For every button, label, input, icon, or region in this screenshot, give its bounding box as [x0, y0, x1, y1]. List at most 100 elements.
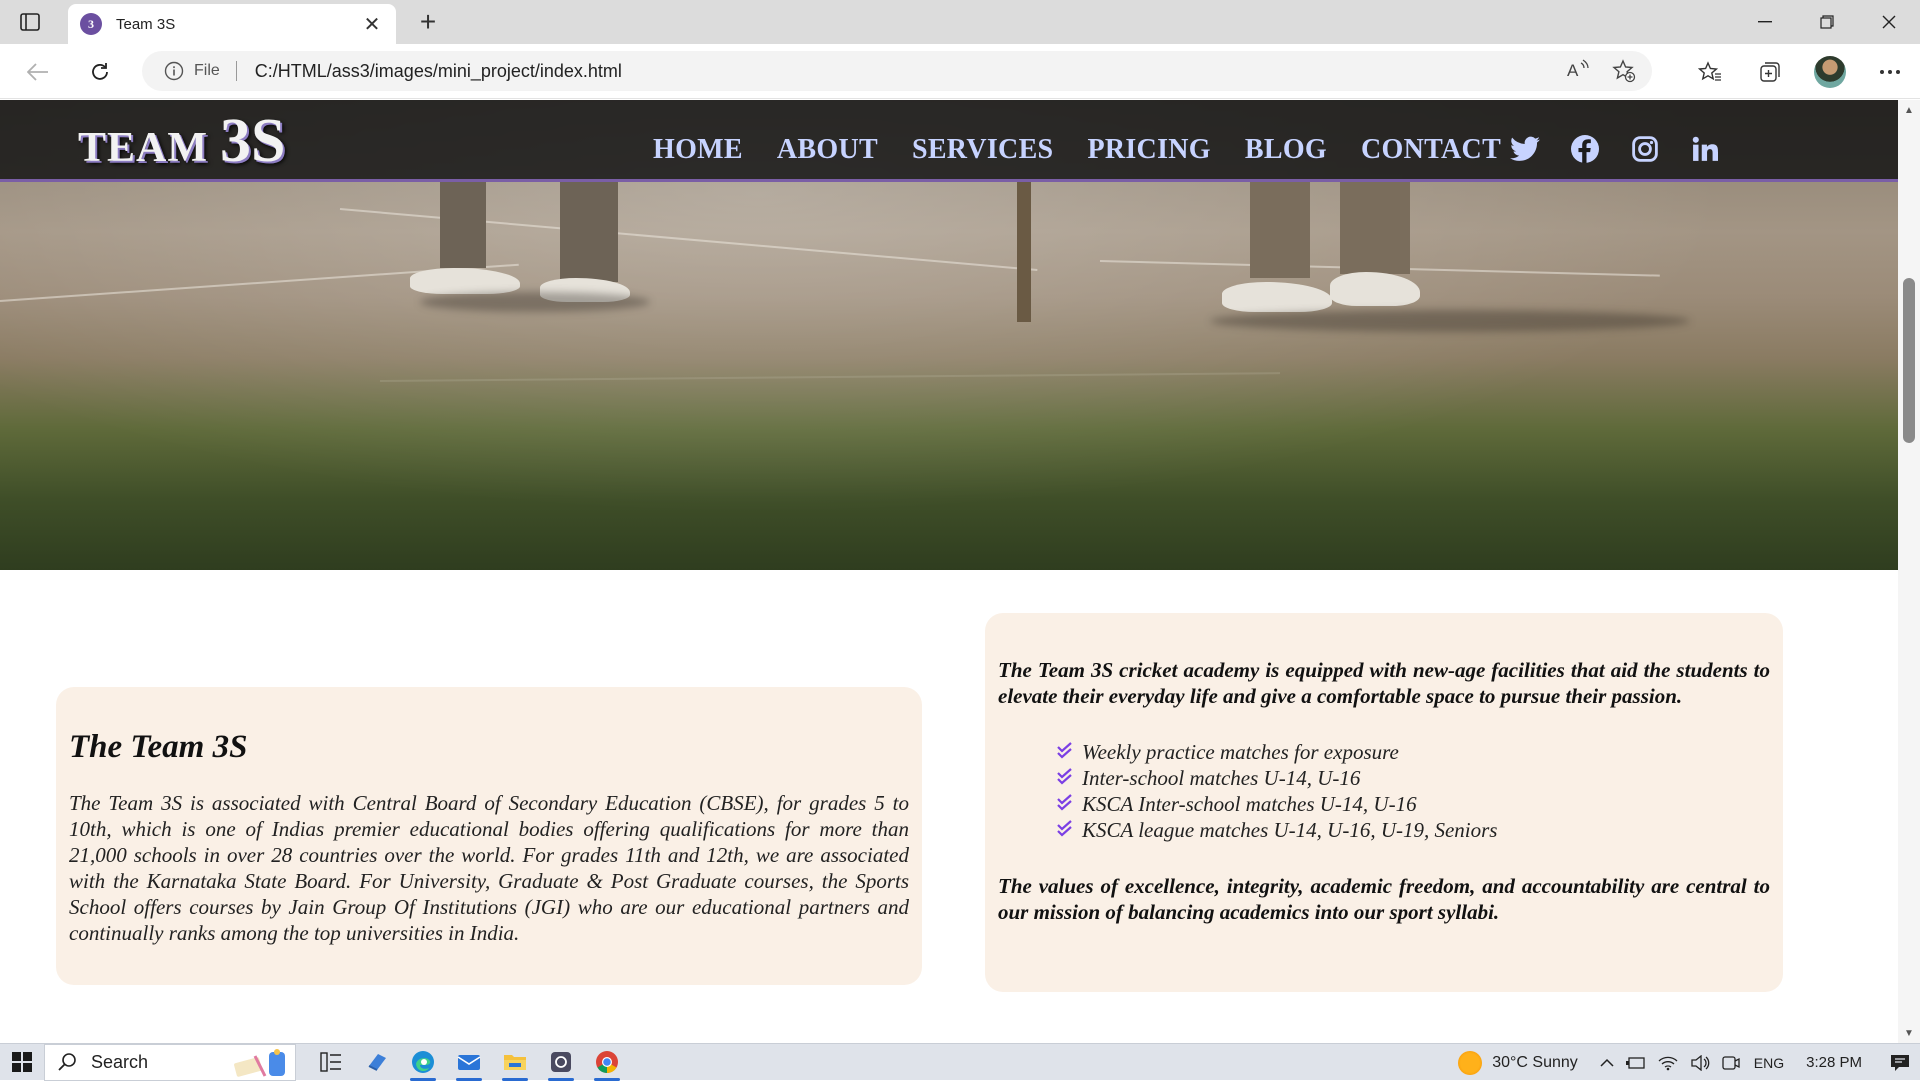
weather-text: 30°C Sunny	[1492, 1053, 1578, 1071]
taskbar-apps	[308, 1044, 630, 1081]
new-tab-icon[interactable]: +	[414, 6, 442, 37]
favorites-icon[interactable]	[1680, 52, 1740, 92]
facilities-list: Weekly practice matches for exposure Int…	[1056, 739, 1770, 843]
facebook-icon[interactable]	[1570, 134, 1600, 164]
list-item-text: KSCA league matches U-14, U-16, U-19, Se…	[1082, 818, 1498, 842]
url-text[interactable]: C:/HTML/ass3/images/mini_project/index.h…	[255, 61, 622, 82]
list-item-text: Inter-school matches U-14, U-16	[1082, 766, 1361, 790]
task-view-icon[interactable]	[308, 1044, 354, 1081]
page-viewport: TEAM 3S HOME ABOUT SERVICES PRICING BLOG…	[0, 100, 1898, 1043]
twitter-icon[interactable]	[1510, 134, 1540, 164]
logo-text-3s: 3S	[220, 107, 286, 175]
add-favorite-icon[interactable]	[1612, 59, 1636, 88]
browser-tab-strip: 3 Team 3S ✕ +	[0, 0, 1920, 44]
list-item-text: Weekly practice matches for exposure	[1082, 740, 1399, 764]
windows-start-icon[interactable]	[0, 1044, 44, 1081]
back-arrow-icon[interactable]	[22, 56, 54, 88]
nav-home[interactable]: HOME	[653, 134, 743, 166]
edge-browser-icon[interactable]	[400, 1044, 446, 1081]
battery-icon[interactable]	[1625, 1056, 1646, 1070]
instagram-icon[interactable]	[1630, 134, 1660, 164]
list-item: Weekly practice matches for exposure	[1056, 739, 1770, 765]
info-icon	[164, 61, 184, 81]
about-card-body: The Team 3S is associated with Central B…	[69, 791, 909, 945]
notifications-icon[interactable]	[1880, 1054, 1920, 1072]
meet-now-icon[interactable]	[1722, 1055, 1740, 1071]
refresh-icon[interactable]	[84, 56, 116, 88]
double-check-icon	[1056, 820, 1076, 840]
double-check-icon	[1056, 742, 1076, 762]
list-item: Inter-school matches U-14, U-16	[1056, 765, 1770, 791]
nav-contact[interactable]: CONTACT	[1361, 134, 1501, 166]
facilities-values: The values of excellence, integrity, aca…	[998, 874, 1770, 924]
tab-title: Team 3S	[116, 15, 176, 33]
about-card: The Team 3S The Team 3S is associated wi…	[56, 687, 922, 985]
list-item-text: KSCA Inter-school matches U-14, U-16	[1082, 792, 1417, 816]
browser-address-bar: File C:/HTML/ass3/images/mini_project/in…	[0, 44, 1920, 99]
chrome-icon[interactable]	[584, 1044, 630, 1081]
profile-avatar[interactable]	[1800, 52, 1860, 92]
more-options-icon[interactable]	[1860, 52, 1920, 92]
scroll-up-arrow-icon[interactable]: ▲	[1898, 100, 1920, 120]
player-leg	[440, 182, 486, 268]
site-header: TEAM 3S HOME ABOUT SERVICES PRICING BLOG…	[0, 100, 1898, 182]
window-controls	[1734, 0, 1920, 44]
nav-services[interactable]: SERVICES	[912, 134, 1053, 166]
collections-icon[interactable]	[1740, 52, 1800, 92]
logo-text-team: TEAM	[78, 125, 208, 171]
minimize-icon[interactable]	[1734, 0, 1796, 44]
url-separator	[235, 61, 237, 81]
search-highlight-icon	[234, 1048, 285, 1077]
url-scheme-label: File	[194, 62, 220, 79]
mail-icon[interactable]	[446, 1044, 492, 1081]
facilities-card: The Team 3S cricket academy is equipped …	[985, 613, 1783, 992]
list-item: KSCA league matches U-14, U-16, U-19, Se…	[1056, 817, 1770, 843]
close-window-icon[interactable]	[1858, 0, 1920, 44]
tab-favicon-icon: 3	[80, 13, 102, 35]
read-aloud-icon[interactable]: A	[1566, 59, 1590, 88]
clock[interactable]: 3:28 PM	[1806, 1054, 1862, 1071]
double-check-icon	[1056, 768, 1076, 788]
site-info[interactable]: File	[164, 61, 220, 81]
weather-widget[interactable]: 30°C Sunny	[1458, 1050, 1578, 1075]
url-bar[interactable]: File C:/HTML/ass3/images/mini_project/in…	[142, 51, 1652, 91]
scroll-down-arrow-icon[interactable]: ▼	[1898, 1023, 1920, 1043]
nav-blog[interactable]: BLOG	[1245, 134, 1327, 166]
browser-toolbar	[1680, 52, 1920, 92]
sun-icon	[1458, 1050, 1483, 1075]
main-nav: HOME ABOUT SERVICES PRICING BLOG CONTACT	[653, 134, 1501, 166]
player-leg	[560, 182, 618, 282]
file-app-icon[interactable]	[354, 1044, 400, 1081]
volume-icon[interactable]	[1690, 1054, 1710, 1071]
cricket-bat	[1017, 182, 1031, 322]
nav-pricing[interactable]: PRICING	[1087, 134, 1210, 166]
facilities-intro: The Team 3S cricket academy is equipped …	[998, 658, 1770, 708]
tab-close-icon[interactable]: ✕	[360, 12, 384, 36]
scrollbar-thumb[interactable]	[1903, 278, 1915, 443]
player-leg	[1250, 182, 1310, 278]
windows-taskbar: Search 30°C Sunny ENG 3:28 PM	[0, 1043, 1920, 1081]
language-indicator[interactable]: ENG	[1754, 1055, 1784, 1071]
taskbar-search-label: Search	[91, 1051, 149, 1072]
restore-icon[interactable]	[1796, 0, 1858, 44]
snipping-tool-icon[interactable]	[538, 1044, 584, 1081]
avatar	[1814, 56, 1846, 88]
page-scrollbar[interactable]: ▲ ▼	[1898, 100, 1920, 1043]
list-item: KSCA Inter-school matches U-14, U-16	[1056, 791, 1770, 817]
browser-tab[interactable]: 3 Team 3S ✕	[68, 4, 396, 44]
player-leg	[1340, 182, 1410, 274]
file-explorer-icon[interactable]	[492, 1044, 538, 1081]
about-card-title: The Team 3S	[69, 729, 248, 765]
system-tray: 30°C Sunny ENG 3:28 PM	[1458, 1044, 1920, 1081]
linkedin-icon[interactable]	[1690, 134, 1720, 164]
site-logo[interactable]: TEAM 3S	[78, 106, 285, 177]
search-icon	[58, 1053, 76, 1071]
wifi-icon[interactable]	[1658, 1055, 1678, 1071]
nav-about[interactable]: ABOUT	[777, 134, 878, 166]
svg-text:A: A	[1567, 61, 1579, 80]
chevron-up-icon[interactable]	[1600, 1058, 1614, 1068]
taskbar-search[interactable]: Search	[44, 1043, 296, 1081]
social-links	[1510, 134, 1720, 164]
tab-actions-icon[interactable]	[18, 10, 42, 34]
double-check-icon	[1056, 794, 1076, 814]
